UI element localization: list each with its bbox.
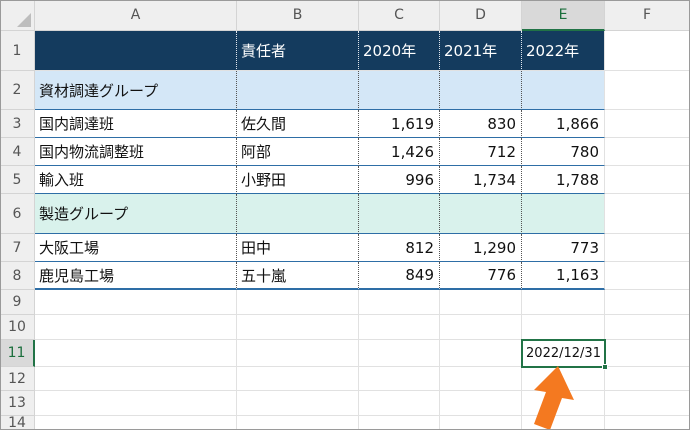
spreadsheet-grid: A B C D E F 1 2 3 4 5 6 7 8 9 10 11 12 1… [0,0,690,431]
empty-cell[interactable] [605,166,690,194]
table-header-2022[interactable]: 2022年 [522,31,605,71]
item-name-cell[interactable]: 国内調達班 [35,110,237,138]
row-header-10[interactable]: 10 [0,315,35,340]
table-header-cell-a1[interactable] [35,31,237,71]
row-header-1[interactable]: 1 [0,31,35,71]
item-2021-cell[interactable]: 1,290 [440,234,522,262]
item-2022-cell[interactable]: 1,866 [522,110,605,138]
item-owner-cell[interactable]: 佐久間 [237,110,359,138]
table-header-2021[interactable]: 2021年 [440,31,522,71]
row-header-14[interactable]: 14 [0,415,35,431]
item-2021-cell[interactable]: 1,734 [440,166,522,194]
row-header-3[interactable]: 3 [0,110,35,138]
row-header-8[interactable]: 8 [0,262,35,290]
item-2021-cell[interactable]: 830 [440,110,522,138]
column-header-d[interactable]: D [440,0,522,31]
empty-cell[interactable] [605,234,690,262]
group-2021-cell[interactable] [440,71,522,110]
row-header-6[interactable]: 6 [0,194,35,234]
empty-cell[interactable] [605,110,690,138]
group-2020-cell[interactable] [359,71,440,110]
group-2021-cell[interactable] [440,194,522,234]
orange-arrow-up-icon [534,366,574,430]
column-header-e[interactable]: E [522,0,605,31]
item-2020-cell[interactable]: 1,619 [359,110,440,138]
empty-cell[interactable] [605,138,690,166]
item-2022-cell[interactable]: 1,163 [522,262,605,290]
empty-cell[interactable] [605,71,690,110]
item-name-cell[interactable]: 輸入班 [35,166,237,194]
row-header-4[interactable]: 4 [0,138,35,166]
item-2022-cell[interactable]: 773 [522,234,605,262]
column-header-b[interactable]: B [237,0,359,31]
group-2020-cell[interactable] [359,194,440,234]
item-2021-cell[interactable]: 712 [440,138,522,166]
empty-cell[interactable] [605,194,690,234]
item-2021-cell[interactable]: 776 [440,262,522,290]
item-2020-cell[interactable]: 1,426 [359,138,440,166]
fill-handle[interactable] [602,364,608,370]
item-name-cell[interactable]: 国内物流調整班 [35,138,237,166]
column-header-f[interactable]: F [605,0,690,31]
item-2022-cell[interactable]: 1,788 [522,166,605,194]
empty-cell[interactable] [605,262,690,290]
group-2022-cell[interactable] [522,71,605,110]
empty-cell[interactable] [605,31,690,71]
item-owner-cell[interactable]: 小野田 [237,166,359,194]
item-2020-cell[interactable]: 996 [359,166,440,194]
column-header-c[interactable]: C [359,0,440,31]
row-header-13[interactable]: 13 [0,391,35,416]
item-2020-cell[interactable]: 849 [359,262,440,290]
group-name-cell[interactable]: 製造グループ [35,194,237,234]
select-all-corner[interactable] [0,0,35,31]
item-name-cell[interactable]: 大阪工場 [35,234,237,262]
item-2020-cell[interactable]: 812 [359,234,440,262]
row-header-11[interactable]: 11 [0,340,35,367]
row-header-9[interactable]: 9 [0,290,35,315]
item-name-cell[interactable]: 鹿児島工場 [35,262,237,290]
row-header-5[interactable]: 5 [0,166,35,194]
table-header-2020[interactable]: 2020年 [359,31,440,71]
row-header-7[interactable]: 7 [0,234,35,262]
group-owner-cell[interactable] [237,71,359,110]
group-2022-cell[interactable] [522,194,605,234]
item-owner-cell[interactable]: 五十嵐 [237,262,359,290]
row-header-2[interactable]: 2 [0,71,35,110]
column-header-a[interactable]: A [35,0,237,31]
item-owner-cell[interactable]: 阿部 [237,138,359,166]
item-2022-cell[interactable]: 780 [522,138,605,166]
group-owner-cell[interactable] [237,194,359,234]
row-header-12[interactable]: 12 [0,367,35,391]
group-name-cell[interactable]: 資材調達グループ [35,71,237,110]
select-all-triangle-icon [17,13,31,27]
item-owner-cell[interactable]: 田中 [237,234,359,262]
table-header-owner[interactable]: 責任者 [237,31,359,71]
